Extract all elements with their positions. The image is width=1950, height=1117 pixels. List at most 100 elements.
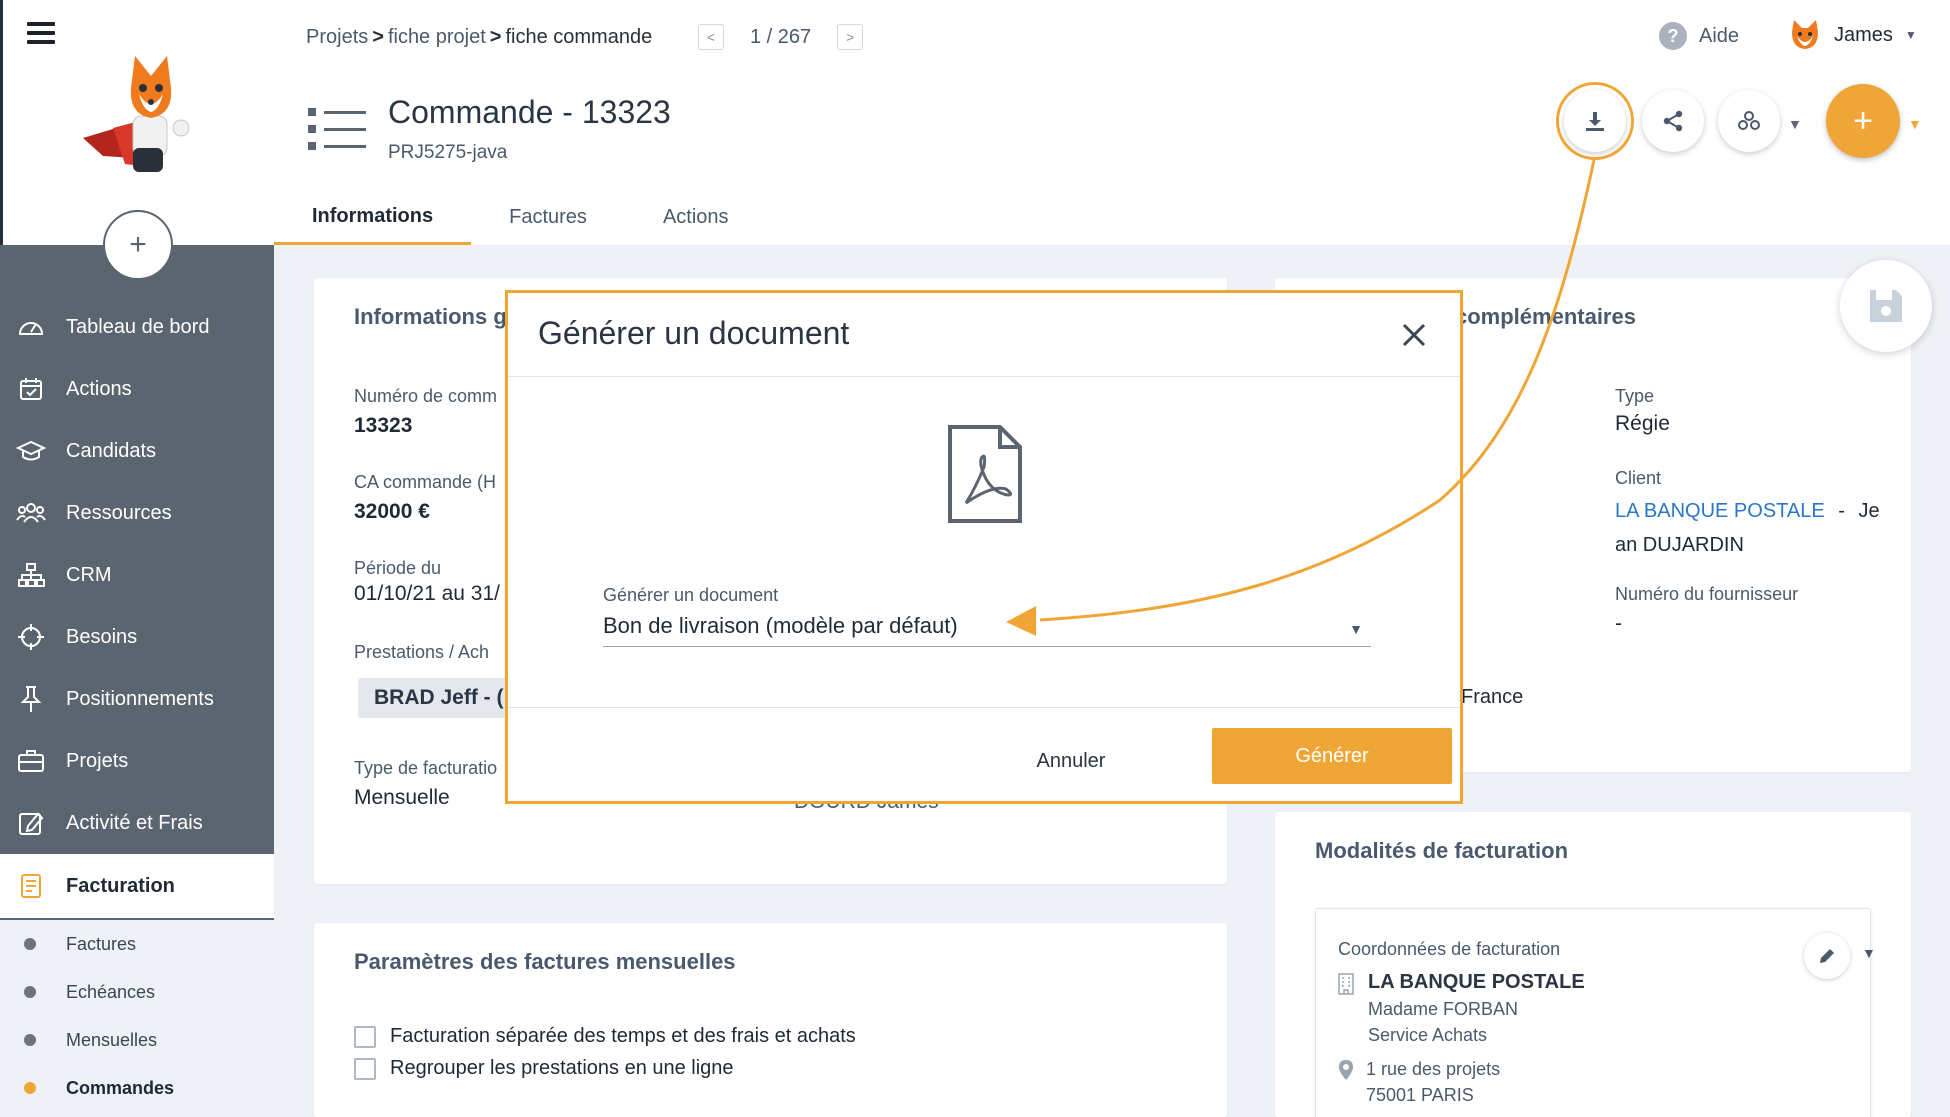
period-label: Période du <box>354 558 442 578</box>
sitemap-icon <box>16 560 46 590</box>
chevron-down-icon[interactable]: ▼ <box>1908 116 1922 132</box>
tab-bar: Informations Factures Actions <box>274 190 767 245</box>
generate-document-dialog: Générer un document Générer un document … <box>505 290 1463 804</box>
invoice-icon <box>16 871 46 901</box>
billing-address-box: Coordonnées de facturation ▼ LA BANQUE P… <box>1315 908 1876 1117</box>
share-button[interactable] <box>1642 90 1704 152</box>
chevron-down-icon[interactable]: ▼ <box>1862 945 1876 961</box>
chevron-down-icon[interactable]: ▼ <box>1788 116 1802 132</box>
monthly-invoice-params-card: Paramètres des factures mensuelles Factu… <box>314 923 1227 1117</box>
user-menu[interactable]: James ▼ <box>1788 18 1917 52</box>
chevron-down-icon: ▼ <box>1349 621 1363 637</box>
sidebar-item-crm[interactable]: CRM <box>0 544 274 606</box>
fox-avatar-icon <box>1792 20 1818 49</box>
client-link[interactable]: LA BANQUE POSTALE <box>1615 500 1825 522</box>
client-contact-rest[interactable]: an DUJARDIN <box>1615 534 1744 557</box>
document-type-select[interactable]: Bon de livraison (modèle par défaut) ▼ <box>603 611 1371 647</box>
billing-address-line2: 75001 PARIS <box>1366 1085 1474 1105</box>
subnav-item-mensuelles[interactable]: Mensuelles <box>0 1016 274 1064</box>
tab-factures[interactable]: Factures <box>471 190 625 245</box>
sidebar-item-besoins[interactable]: Besoins <box>0 606 274 668</box>
sidebar-item-ressources[interactable]: Ressources <box>0 482 274 544</box>
breadcrumb-fiche-projet[interactable]: fiche projet <box>388 26 486 49</box>
sidebar-item-tableau-de-bord[interactable]: Tableau de bord <box>0 296 274 358</box>
download-button[interactable] <box>1564 90 1626 152</box>
order-number-value: 13323 <box>354 414 413 437</box>
pager-next-button[interactable]: > <box>837 24 864 50</box>
hamburger-menu-icon[interactable] <box>27 22 55 44</box>
add-button[interactable]: + <box>103 210 173 280</box>
save-icon <box>1870 290 1902 322</box>
checkbox-label: Regrouper les prestations en une ligne <box>390 1057 734 1079</box>
group-prestations-checkbox[interactable]: Regrouper les prestations en une ligne <box>354 1057 734 1080</box>
subnav-label: Echéances <box>66 981 156 1002</box>
breadcrumb-separator: > <box>372 26 384 48</box>
card-title: complémentaires <box>1455 304 1636 329</box>
card-title: Informations g <box>354 304 507 329</box>
bullet-icon <box>24 1082 36 1094</box>
billing-label: Coordonnées de facturation <box>1338 939 1561 959</box>
breadcrumb-projets[interactable]: Projets <box>306 26 368 49</box>
country-value: France <box>1461 686 1524 708</box>
subnav-item-echeances[interactable]: Echéances <box>0 968 274 1016</box>
sidebar-item-label: Projets <box>66 749 129 772</box>
close-button[interactable] <box>1396 317 1432 353</box>
sidebar-item-facturation[interactable]: Facturation <box>0 854 274 918</box>
record-pager: < 1 / 267 > <box>698 24 864 50</box>
breadcrumb: Projets > fiche projet > fiche commande <box>306 26 652 49</box>
dialog-footer: Annuler Générer <box>508 707 1460 807</box>
sidebar-header <box>0 0 274 245</box>
supplier-number-value: - <box>1615 612 1622 635</box>
pager-prev-button[interactable]: < <box>698 24 724 50</box>
sidebar-item-label: Candidats <box>66 439 157 462</box>
subnav-item-factures[interactable]: Factures <box>0 920 274 968</box>
subnav-label: Mensuelles <box>66 1029 158 1050</box>
billing-address-line1: 1 rue des projets <box>1366 1059 1501 1079</box>
ca-value: 32000 € <box>354 500 430 523</box>
save-button[interactable] <box>1840 260 1932 352</box>
billing-type-label: Type de facturatio <box>354 758 498 778</box>
sidebar-item-candidats[interactable]: Candidats <box>0 420 274 482</box>
sidebar: + Tableau de bord Actions Candidats Ress… <box>0 0 274 1117</box>
subnav-item-commandes[interactable]: Commandes <box>0 1064 274 1112</box>
checkbox-icon <box>354 1025 376 1048</box>
users-icon <box>16 498 46 528</box>
checkbox-label: Facturation séparée des temps et des fra… <box>390 1025 856 1047</box>
type-label: Type <box>1615 386 1655 406</box>
pager-position: 1 / 267 <box>750 25 812 48</box>
pin-icon <box>16 684 46 714</box>
sidebar-item-label: Actions <box>66 377 132 400</box>
help-label: Aide <box>1699 24 1740 47</box>
client-separator: - <box>1838 500 1845 522</box>
sidebar-item-projets[interactable]: Projets <box>0 730 274 792</box>
sidebar-item-label: Positionnements <box>66 687 214 710</box>
edit-billing-button[interactable] <box>1804 933 1850 979</box>
help-link[interactable]: ? Aide <box>1659 22 1739 50</box>
sidebar-item-activite-et-frais[interactable]: Activité et Frais <box>0 792 274 854</box>
generate-button[interactable]: Générer <box>1212 728 1452 784</box>
sidebar-item-label: Activité et Frais <box>66 811 203 834</box>
billing-terms-card: Modalités de facturation Coordonnées de … <box>1275 812 1911 1117</box>
client-label: Client <box>1615 468 1662 488</box>
sidebar-nav: Tableau de bord Actions Candidats Ressou… <box>0 296 274 918</box>
document-type-label: Générer un document <box>603 585 779 605</box>
sidebar-item-label: Facturation <box>66 874 175 897</box>
dashboard-icon <box>16 312 46 342</box>
breadcrumb-separator: > <box>489 26 502 48</box>
order-number-label: Numéro de comm <box>354 386 498 406</box>
create-button[interactable]: + <box>1826 84 1900 158</box>
briefcase-icon <box>16 746 46 776</box>
user-name: James <box>1834 23 1893 46</box>
client-contact-first[interactable]: Je <box>1859 500 1880 522</box>
cluster-button[interactable] <box>1718 90 1780 152</box>
sidebar-item-positionnements[interactable]: Positionnements <box>0 668 274 730</box>
separate-billing-checkbox[interactable]: Facturation séparée des temps et des fra… <box>354 1025 856 1048</box>
prestation-chip[interactable]: BRAD Jeff - ( <box>358 678 518 718</box>
tab-actions[interactable]: Actions <box>625 190 767 245</box>
sidebar-item-actions[interactable]: Actions <box>0 358 274 420</box>
cancel-button[interactable]: Annuler <box>1016 736 1126 786</box>
building-icon <box>1338 973 1354 995</box>
tab-informations[interactable]: Informations <box>274 190 472 245</box>
sidebar-item-label: Ressources <box>66 501 172 524</box>
fox-logo <box>83 56 190 172</box>
